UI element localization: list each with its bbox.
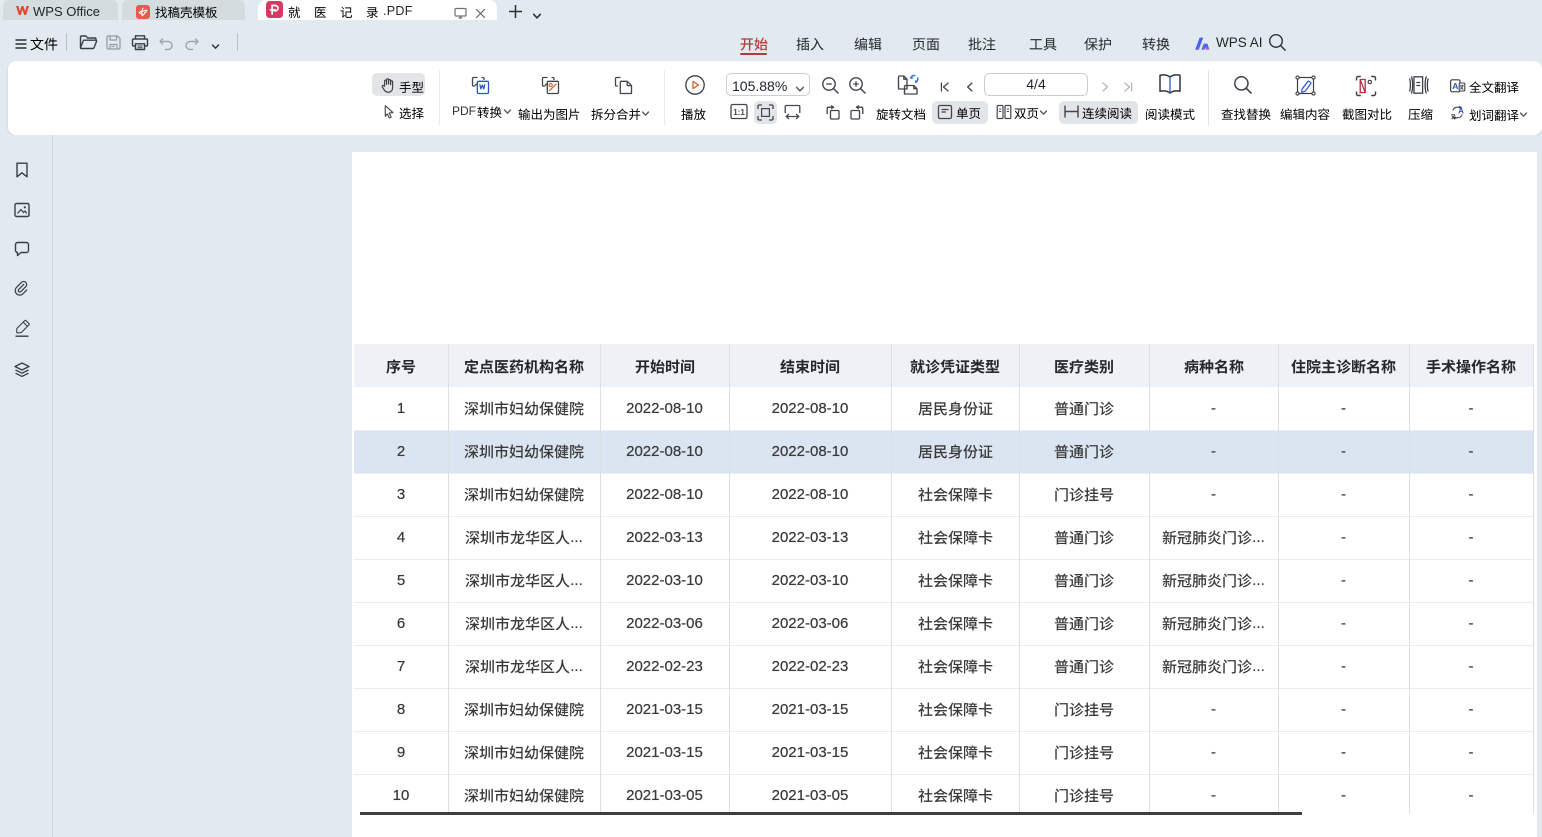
svg-text:1:1: 1:1 xyxy=(733,108,745,117)
svg-text:A: A xyxy=(1458,107,1464,116)
svg-text:A: A xyxy=(1452,81,1458,91)
